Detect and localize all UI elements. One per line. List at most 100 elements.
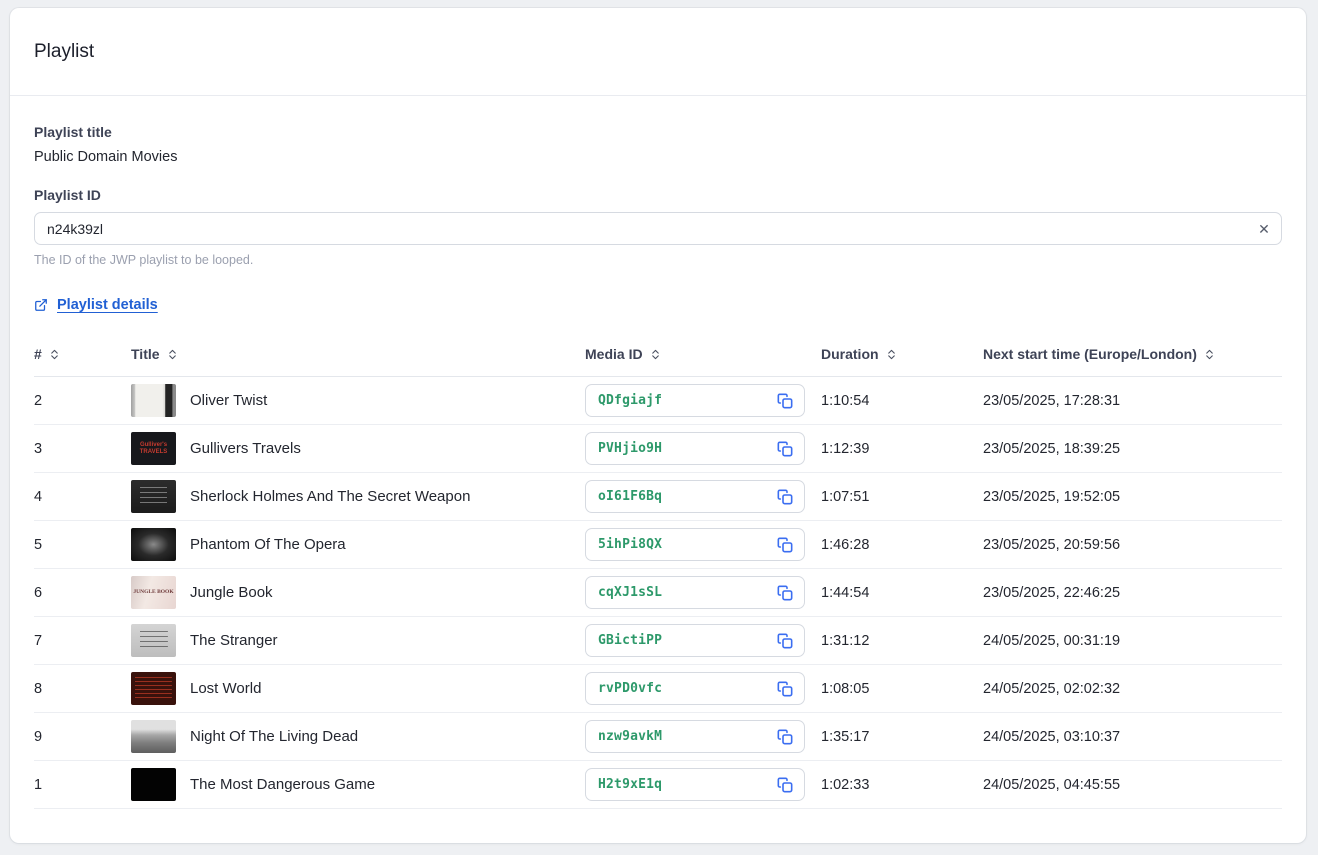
copy-icon (777, 681, 793, 697)
table-row: 5 Phantom Of The Opera 5ihPi8QX (34, 521, 1282, 569)
copy-icon (777, 393, 793, 409)
playlist-details-link[interactable]: Playlist details (34, 297, 158, 313)
playlist-id-input-wrap: ✕ (34, 212, 1282, 245)
copy-icon (777, 489, 793, 505)
cell-media-id: cqXJ1sSL (585, 569, 821, 617)
media-id-value: GBictiPP (598, 633, 662, 648)
copy-media-id-button[interactable] (774, 486, 796, 508)
cell-title: Phantom Of The Opera (131, 521, 585, 569)
cell-title: Lost World (131, 665, 585, 713)
column-label: Duration (821, 346, 879, 362)
playlist-id-input[interactable] (34, 212, 1282, 245)
media-id-value: 5ihPi8QX (598, 537, 662, 552)
playlist-details-link-label: Playlist details (57, 297, 158, 313)
row-duration: 1:31:12 (821, 633, 869, 649)
row-duration: 1:02:33 (821, 777, 869, 793)
cell-duration: 1:46:28 (821, 521, 983, 569)
details-link-row: Playlist details (34, 297, 1282, 313)
row-next-start: 23/05/2025, 18:39:25 (983, 441, 1120, 457)
table-row: 3 Gulliver's TRAVELS Gullivers Travels P… (34, 425, 1282, 473)
row-index: 3 (34, 441, 42, 457)
media-id-value: PVHjio9H (598, 441, 662, 456)
row-title: Oliver Twist (190, 392, 267, 409)
copy-icon (777, 585, 793, 601)
media-id-box: QDfgiajf (585, 384, 805, 417)
row-duration: 1:44:54 (821, 585, 869, 601)
table-header-row: # Title (34, 342, 1282, 377)
table-row: 8 Lost World rvPD0vfc (34, 665, 1282, 713)
media-id-box: GBictiPP (585, 624, 805, 657)
cell-title: The Most Dangerous Game (131, 761, 585, 809)
copy-media-id-button[interactable] (774, 678, 796, 700)
row-thumbnail (131, 528, 176, 561)
cell-index: 7 (34, 617, 131, 665)
cell-title: Night Of The Living Dead (131, 713, 585, 761)
table-row: 6 JUNGLE BOOK Jungle Book cqXJ1sSL (34, 569, 1282, 617)
copy-media-id-button[interactable] (774, 630, 796, 652)
column-header-next-start[interactable]: Next start time (Europe/London) (983, 342, 1282, 377)
row-title: Lost World (190, 680, 261, 697)
media-table: # Title (34, 342, 1282, 809)
media-id-value: cqXJ1sSL (598, 585, 662, 600)
cell-next-start: 24/05/2025, 04:45:55 (983, 761, 1282, 809)
row-index: 5 (34, 537, 42, 553)
row-thumbnail (131, 624, 176, 657)
playlist-title-field: Playlist title Public Domain Movies (34, 124, 1282, 165)
page-title: Playlist (34, 41, 94, 63)
cell-index: 6 (34, 569, 131, 617)
table-row: 1 The Most Dangerous Game H2t9xE1q (34, 761, 1282, 809)
row-thumbnail: JUNGLE BOOK (131, 576, 176, 609)
cell-title: The Stranger (131, 617, 585, 665)
row-thumbnail: Gulliver's TRAVELS (131, 432, 176, 465)
row-title: The Most Dangerous Game (190, 776, 375, 793)
row-next-start: 23/05/2025, 22:46:25 (983, 585, 1120, 601)
copy-icon (777, 729, 793, 745)
cell-media-id: PVHjio9H (585, 425, 821, 473)
cell-next-start: 23/05/2025, 22:46:25 (983, 569, 1282, 617)
copy-media-id-button[interactable] (774, 726, 796, 748)
row-duration: 1:46:28 (821, 537, 869, 553)
cell-next-start: 23/05/2025, 18:39:25 (983, 425, 1282, 473)
cell-next-start: 23/05/2025, 17:28:31 (983, 377, 1282, 425)
column-header-title[interactable]: Title (131, 342, 585, 377)
media-id-value: rvPD0vfc (598, 681, 662, 696)
cell-media-id: 5ihPi8QX (585, 521, 821, 569)
cell-media-id: GBictiPP (585, 617, 821, 665)
media-id-box: rvPD0vfc (585, 672, 805, 705)
column-header-duration[interactable]: Duration (821, 342, 983, 377)
column-header-media-id[interactable]: Media ID (585, 342, 821, 377)
cell-index: 2 (34, 377, 131, 425)
cell-index: 5 (34, 521, 131, 569)
playlist-card: Playlist Playlist title Public Domain Mo… (10, 8, 1306, 843)
copy-media-id-button[interactable] (774, 774, 796, 796)
row-thumbnail (131, 672, 176, 705)
playlist-id-field: Playlist ID ✕ The ID of the JWP playlist… (34, 187, 1282, 267)
row-title: Sherlock Holmes And The Secret Weapon (190, 488, 470, 505)
copy-media-id-button[interactable] (774, 582, 796, 604)
row-thumbnail (131, 480, 176, 513)
column-header-index[interactable]: # (34, 342, 131, 377)
row-title: Jungle Book (190, 584, 273, 601)
media-id-value: H2t9xE1q (598, 777, 662, 792)
thumbnail-text: JUNGLE BOOK (133, 589, 173, 595)
row-index: 9 (34, 729, 42, 745)
media-id-box: H2t9xE1q (585, 768, 805, 801)
table-head: # Title (34, 342, 1282, 377)
copy-media-id-button[interactable] (774, 390, 796, 412)
row-next-start: 23/05/2025, 20:59:56 (983, 537, 1120, 553)
clear-input-button[interactable]: ✕ (1252, 217, 1276, 241)
media-id-box: 5ihPi8QX (585, 528, 805, 561)
copy-media-id-button[interactable] (774, 438, 796, 460)
cell-media-id: oI61F6Bq (585, 473, 821, 521)
row-index: 7 (34, 633, 42, 649)
thumbnail-text: Gulliver's TRAVELS (131, 442, 176, 455)
row-title: The Stranger (190, 632, 278, 649)
table-body: 2 Oliver Twist QDfgiajf (34, 377, 1282, 809)
row-next-start: 24/05/2025, 04:45:55 (983, 777, 1120, 793)
clear-icon: ✕ (1258, 222, 1270, 236)
cell-media-id: nzw9avkM (585, 713, 821, 761)
column-label: Media ID (585, 346, 643, 362)
sort-icon (1204, 348, 1215, 361)
copy-media-id-button[interactable] (774, 534, 796, 556)
copy-icon (777, 537, 793, 553)
